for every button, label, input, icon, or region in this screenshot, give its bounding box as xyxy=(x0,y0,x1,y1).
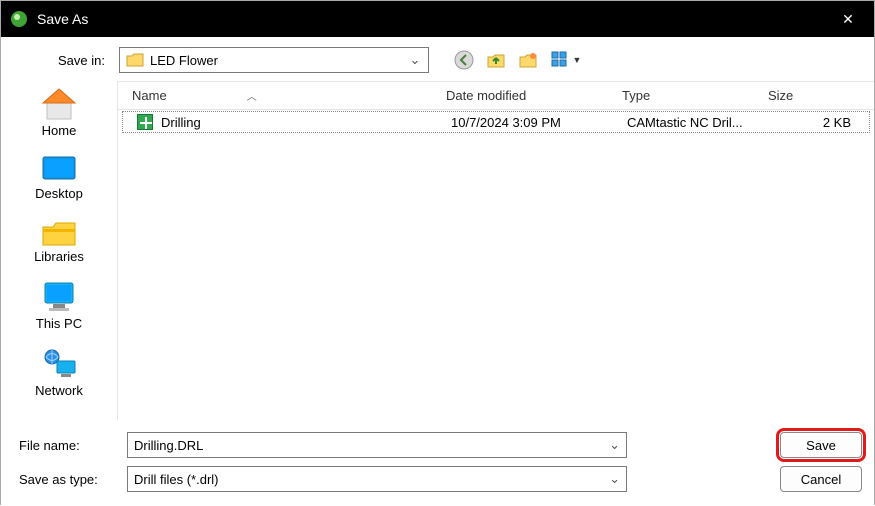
column-header-size[interactable]: Size xyxy=(762,88,874,103)
place-libraries[interactable]: Libraries xyxy=(9,213,109,270)
folder-dropdown[interactable]: LED Flower ⌄ xyxy=(119,47,429,73)
chevron-down-icon: ⌄ xyxy=(609,437,620,453)
body-row: Home Desktop Libraries xyxy=(1,81,874,420)
save-in-label: Save in: xyxy=(11,53,111,68)
desktop-icon xyxy=(39,154,79,184)
cancel-button[interactable]: Cancel xyxy=(780,466,862,492)
back-icon xyxy=(454,50,474,70)
column-header-name[interactable]: Name ︿ xyxy=(118,88,440,103)
title-bar: Save As ✕ xyxy=(1,1,874,37)
close-button[interactable]: ✕ xyxy=(826,1,870,37)
back-button[interactable] xyxy=(451,48,477,72)
file-row[interactable]: Drilling 10/7/2024 3:09 PM CAMtastic NC … xyxy=(122,111,870,133)
chevron-down-icon: ▼ xyxy=(573,55,582,65)
place-desktop[interactable]: Desktop xyxy=(9,150,109,207)
column-header-date[interactable]: Date modified xyxy=(440,88,616,103)
filename-value: Drilling.DRL xyxy=(134,438,609,453)
place-thispc[interactable]: This PC xyxy=(9,276,109,337)
button-label: Save xyxy=(806,438,836,453)
place-label: Libraries xyxy=(9,249,109,264)
libraries-icon xyxy=(39,217,79,247)
filename-label: File name: xyxy=(13,438,117,453)
new-folder-button[interactable] xyxy=(515,48,541,72)
up-folder-icon xyxy=(486,50,506,70)
home-icon xyxy=(39,87,79,121)
places-bar: Home Desktop Libraries xyxy=(1,81,117,420)
window-title: Save As xyxy=(37,11,826,27)
button-label: Cancel xyxy=(801,472,841,487)
file-list-pane: Name ︿ Date modified Type Size Drilling … xyxy=(117,81,874,420)
network-icon xyxy=(39,347,79,381)
new-folder-icon xyxy=(518,50,538,70)
address-bar-row: Save in: LED Flower ⌄ xyxy=(1,37,874,81)
dialog-content: Save in: LED Flower ⌄ xyxy=(1,37,874,506)
column-header-type[interactable]: Type xyxy=(616,88,762,103)
views-icon xyxy=(551,51,571,69)
savetype-combo[interactable]: Drill files (*.drl) ⌄ xyxy=(127,466,627,492)
place-label: Network xyxy=(9,383,109,398)
file-date: 10/7/2024 3:09 PM xyxy=(445,115,621,130)
file-name: Drilling xyxy=(161,115,201,130)
close-icon: ✕ xyxy=(842,11,854,28)
file-type: CAMtastic NC Dril... xyxy=(621,115,767,130)
filename-combo[interactable]: Drilling.DRL ⌄ xyxy=(127,432,627,458)
file-type-icon xyxy=(137,114,153,130)
app-icon xyxy=(11,11,27,27)
chevron-down-icon: ⌄ xyxy=(406,52,424,68)
bottom-panel: File name: Drilling.DRL ⌄ Save Save as t… xyxy=(1,420,874,506)
savetype-value: Drill files (*.drl) xyxy=(134,472,609,487)
save-button[interactable]: Save xyxy=(780,432,862,458)
column-label: Name xyxy=(132,88,167,103)
savetype-label: Save as type: xyxy=(13,472,117,487)
place-network[interactable]: Network xyxy=(9,343,109,404)
chevron-down-icon: ⌄ xyxy=(609,471,620,487)
place-label: Home xyxy=(9,123,109,138)
nav-toolbar: ▼ xyxy=(451,48,585,72)
sort-indicator-icon: ︿ xyxy=(247,88,257,103)
folder-icon xyxy=(126,53,144,67)
column-headers: Name ︿ Date modified Type Size xyxy=(118,82,874,110)
place-home[interactable]: Home xyxy=(9,83,109,144)
place-label: Desktop xyxy=(9,186,109,201)
file-size: 2 KB xyxy=(767,115,869,130)
current-folder-name: LED Flower xyxy=(150,53,400,68)
place-label: This PC xyxy=(9,316,109,331)
views-button[interactable]: ▼ xyxy=(547,48,585,72)
up-one-level-button[interactable] xyxy=(483,48,509,72)
thispc-icon xyxy=(39,280,79,314)
